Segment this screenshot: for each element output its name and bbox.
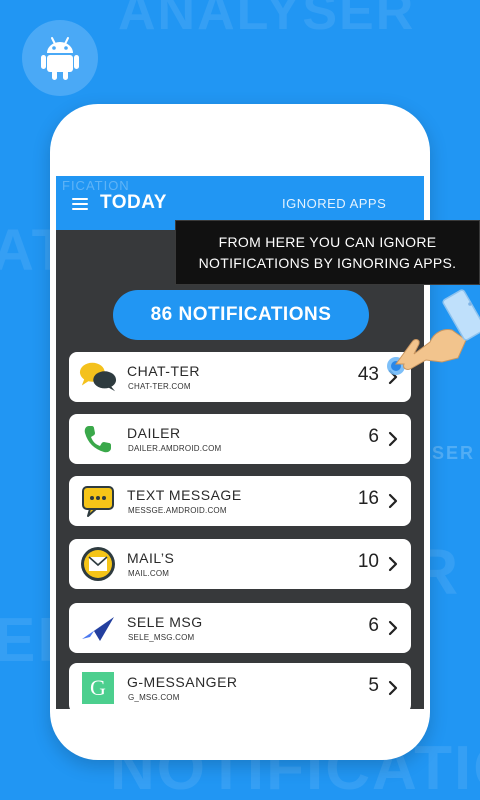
g-messenger-icon: G — [79, 670, 117, 706]
notification-count: 10 — [357, 551, 379, 572]
page-title: TODAY — [100, 192, 167, 213]
phone-icon — [79, 421, 117, 457]
android-icon — [41, 37, 79, 80]
g-messenger-icon-letter: G — [82, 672, 114, 704]
app-domain: DAILER.AMDROID.COM — [128, 444, 222, 453]
app-row-g-messanger[interactable]: G G-MESSANGER G_MSG.COM 5 — [69, 663, 411, 709]
app-name: G-MESSANGER — [127, 674, 238, 690]
app-domain: CHAT-TER.COM — [128, 382, 191, 391]
android-badge — [22, 20, 98, 96]
app-domain: MAIL.COM — [128, 569, 170, 578]
hamburger-menu-icon[interactable] — [72, 198, 88, 210]
tab-ignored-apps[interactable]: IGNORED APPS — [282, 196, 386, 211]
paper-plane-icon — [79, 610, 117, 646]
tooltip: FROM HERE YOU CAN IGNORE NOTIFICATIONS B… — [175, 220, 480, 285]
phone-frame: FICATION TODAY IGNORED APPS 86 NOTIFICAT… — [50, 104, 430, 760]
app-domain: SELE_MSG.COM — [128, 633, 195, 642]
mail-icon — [79, 546, 117, 582]
notification-count-button[interactable]: 86 NOTIFICATIONS — [113, 290, 369, 340]
app-bar-ghost-text: FICATION — [62, 178, 130, 193]
tooltip-line-2: NOTIFICATIONS BY IGNORING APPS. — [198, 255, 457, 271]
app-domain: G_MSG.COM — [128, 693, 180, 702]
chevron-right-icon[interactable] — [388, 620, 398, 636]
chat-bubbles-icon — [79, 359, 117, 395]
notification-count: 6 — [368, 426, 379, 447]
app-name: DAILER — [127, 425, 181, 441]
app-name: SELE MSG — [127, 614, 203, 630]
app-name: TEXT MESSAGE — [127, 487, 242, 503]
app-row-sele-msg[interactable]: SELE MSG SELE_MSG.COM 6 — [69, 603, 411, 653]
notification-count: 43 — [357, 364, 379, 385]
app-domain: MESSGE.AMDROID.COM — [128, 506, 227, 515]
pointing-hand-icon — [387, 289, 480, 375]
notification-count: 16 — [357, 488, 379, 509]
chevron-right-icon[interactable] — [388, 556, 398, 572]
app-row-text-message[interactable]: TEXT MESSAGE MESSGE.AMDROID.COM 16 — [69, 476, 411, 526]
app-name: CHAT-TER — [127, 363, 200, 379]
chevron-right-icon[interactable] — [388, 493, 398, 509]
chevron-right-icon[interactable] — [388, 431, 398, 447]
chevron-right-icon[interactable] — [388, 680, 398, 696]
message-bubble-icon — [79, 483, 117, 519]
background-word-analyser: ANALYSER — [118, 0, 416, 41]
app-name: MAIL’S — [127, 550, 175, 566]
notification-count: 6 — [368, 615, 379, 636]
app-row-dailer[interactable]: DAILER DAILER.AMDROID.COM 6 — [69, 414, 411, 464]
app-row-chat-ter[interactable]: CHAT-TER CHAT-TER.COM 43 — [69, 352, 411, 402]
notification-count: 5 — [368, 675, 379, 696]
app-row-mails[interactable]: MAIL’S MAIL.COM 10 — [69, 539, 411, 589]
tooltip-line-1: FROM HERE YOU CAN IGNORE — [218, 234, 437, 250]
